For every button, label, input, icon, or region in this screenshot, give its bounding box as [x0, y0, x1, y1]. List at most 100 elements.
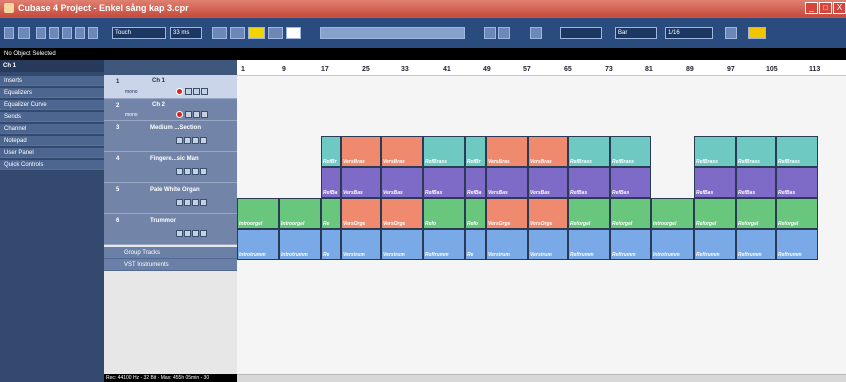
ruler[interactable]: 1 9 17 25 33 41 49 57 65 73 81 89 97 105… — [237, 60, 846, 76]
track-row[interactable]: 4 Fingere...sic Man — [104, 152, 237, 183]
midi-part[interactable]: Introtrumm — [651, 229, 694, 260]
midi-part[interactable]: RefBas — [610, 167, 651, 198]
midi-part[interactable]: VersBas — [341, 167, 381, 198]
midi-part[interactable]: Reftrumm — [610, 229, 651, 260]
mixer-button[interactable] — [88, 27, 98, 39]
snap-button[interactable] — [484, 27, 496, 39]
infoline-toggle[interactable] — [49, 27, 59, 39]
track-name[interactable]: Ch 2 — [152, 102, 165, 108]
midi-part[interactable]: RefBr — [321, 136, 341, 167]
folder-track-vst[interactable]: VST Instruments — [104, 259, 237, 271]
midi-part[interactable]: RefBrass — [568, 136, 610, 167]
midi-part[interactable]: Introorgel — [279, 198, 321, 229]
midi-part[interactable]: Reftrumm — [568, 229, 610, 260]
midi-part[interactable]: Refo — [423, 198, 465, 229]
midi-part[interactable]: RefBrass — [694, 136, 736, 167]
midi-part[interactable]: Reforgel — [610, 198, 651, 229]
inspector-channel-name[interactable]: Ch 1 — [0, 60, 104, 72]
midi-part[interactable]: Reforgel — [776, 198, 818, 229]
midi-part[interactable]: VersBras — [381, 136, 423, 167]
close-button[interactable]: X — [833, 2, 846, 14]
track-buttons[interactable] — [176, 230, 208, 239]
track-name[interactable]: Medium ...Section — [150, 125, 201, 131]
midi-part[interactable]: RefBr — [465, 136, 486, 167]
midi-part[interactable]: VersOrge — [381, 198, 423, 229]
track-buttons[interactable] — [176, 168, 208, 177]
folder-track-group[interactable]: Group Tracks — [104, 247, 237, 259]
track-row[interactable]: 5 Pale White Organ — [104, 183, 237, 214]
track-row[interactable]: 3 Medium ...Section — [104, 121, 237, 152]
midi-part[interactable]: VersBras — [528, 136, 568, 167]
inspector-notepad[interactable]: Notepad — [0, 136, 104, 146]
midi-part[interactable]: Verstrum — [528, 229, 568, 260]
inspector-sends[interactable]: Sends — [0, 112, 104, 122]
midi-part[interactable]: RefBa — [321, 167, 341, 198]
record-button[interactable] — [286, 27, 301, 39]
track-row[interactable]: 2 Ch 2 mono — [104, 99, 237, 121]
grid-type-select[interactable]: Bar — [615, 27, 657, 39]
minimize-button[interactable]: _ — [805, 2, 818, 14]
midi-part[interactable]: RefBrass — [423, 136, 465, 167]
midi-part[interactable]: Refo — [465, 198, 486, 229]
inspector-equalizers[interactable]: Equalizers — [0, 88, 104, 98]
midi-part[interactable]: RefBas — [776, 167, 818, 198]
midi-part[interactable]: Reftrumm — [694, 229, 736, 260]
midi-part[interactable]: VersBas — [486, 167, 528, 198]
quantize-select[interactable]: 1/16 — [665, 27, 713, 39]
pool-button[interactable] — [75, 27, 85, 39]
midi-part[interactable]: VersOrge — [341, 198, 381, 229]
inspector-equalizer-curve[interactable]: Equalizer Curve — [0, 100, 104, 110]
midi-part[interactable]: RefBrass — [736, 136, 776, 167]
autoscroll-button[interactable] — [530, 27, 542, 39]
track-buttons[interactable] — [176, 137, 208, 146]
track-buttons[interactable] — [176, 111, 209, 120]
midi-part[interactable]: RefBas — [736, 167, 776, 198]
midi-part[interactable]: RefBrass — [610, 136, 651, 167]
color-palette-button[interactable] — [748, 27, 766, 39]
midi-part[interactable]: RefBas — [568, 167, 610, 198]
midi-part[interactable]: Reftrumm — [736, 229, 776, 260]
midi-part[interactable]: RefBrass — [776, 136, 818, 167]
stop-button[interactable] — [248, 27, 265, 39]
midi-part[interactable]: Introorgel — [237, 198, 279, 229]
track-name[interactable]: Fingere...sic Man — [150, 156, 199, 162]
midi-part[interactable]: VersBras — [486, 136, 528, 167]
midi-part[interactable]: Verstrum — [486, 229, 528, 260]
play-button[interactable] — [268, 27, 283, 39]
midi-part[interactable]: Introtrumm — [237, 229, 279, 260]
inspector-inserts[interactable]: Inserts — [0, 76, 104, 86]
track-row[interactable]: 1 Ch 1 mono — [104, 75, 237, 99]
midi-part[interactable]: Reforgel — [694, 198, 736, 229]
overview-toggle[interactable] — [62, 27, 72, 39]
midi-part[interactable]: Introorgel — [651, 198, 694, 229]
midi-part[interactable]: VersBas — [381, 167, 423, 198]
midi-part[interactable]: VersBras — [341, 136, 381, 167]
automation-mode-select[interactable]: Touch — [112, 27, 166, 39]
midi-part[interactable]: VersOrge — [486, 198, 528, 229]
cycle-button[interactable] — [230, 27, 245, 39]
midi-part[interactable]: Reftrumm — [776, 229, 818, 260]
midi-part[interactable]: Reforgel — [568, 198, 610, 229]
activate-project-button[interactable] — [4, 27, 14, 39]
midi-part[interactable]: Verstrum — [381, 229, 423, 260]
tool-buttons[interactable] — [320, 27, 465, 39]
snap-mode-select[interactable] — [560, 27, 602, 39]
track-row[interactable]: 6 Trummor — [104, 214, 237, 245]
horizontal-scrollbar[interactable] — [237, 374, 846, 382]
midi-part[interactable]: Re — [321, 198, 341, 229]
grid-button[interactable] — [498, 27, 510, 39]
midi-part[interactable]: RefBas — [694, 167, 736, 198]
constrain-delay-button[interactable] — [18, 27, 30, 39]
latency-display[interactable]: 33 ms — [170, 27, 202, 39]
midi-part[interactable]: VersOrge — [528, 198, 568, 229]
track-name[interactable]: Ch 1 — [152, 78, 165, 84]
track-name[interactable]: Trummor — [150, 218, 176, 224]
midi-part[interactable]: Reforgel — [736, 198, 776, 229]
inspector-toggle[interactable] — [36, 27, 46, 39]
track-name[interactable]: Pale White Organ — [150, 187, 200, 193]
midi-part[interactable]: Re — [321, 229, 341, 260]
track-buttons[interactable] — [176, 199, 208, 208]
midi-part[interactable]: Introtrumm — [279, 229, 321, 260]
inspector-channel[interactable]: Channel — [0, 124, 104, 134]
midi-part[interactable]: RefBas — [423, 167, 465, 198]
